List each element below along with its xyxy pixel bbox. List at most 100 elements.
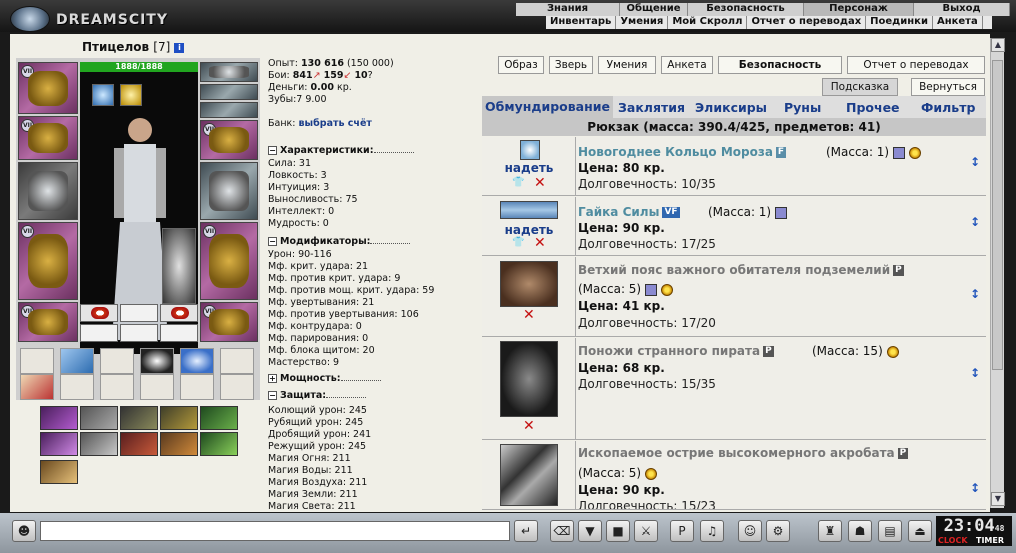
- spell-slot-3[interactable]: [120, 406, 158, 430]
- delete-icon[interactable]: ✕: [523, 418, 535, 434]
- skills-button[interactable]: Умения: [598, 56, 656, 74]
- tab-spells[interactable]: Заклятия: [618, 100, 685, 115]
- helmet-slot[interactable]: VII: [18, 62, 78, 114]
- bank-select-link[interactable]: выбрать счёт: [299, 118, 372, 129]
- buff-sun-icon[interactable]: [120, 84, 142, 106]
- submenu-profile[interactable]: Анкета: [933, 16, 983, 29]
- move-arrows-icon[interactable]: ↕: [970, 481, 980, 495]
- item-name[interactable]: Ископаемое острие высокомерного акробата…: [578, 446, 909, 460]
- scroll-slot-6[interactable]: [220, 348, 254, 374]
- spell-slot-1[interactable]: [40, 406, 78, 430]
- music-icon[interactable]: ♫: [700, 520, 724, 542]
- eraser-icon[interactable]: ⌫: [550, 520, 574, 542]
- back-button[interactable]: Вернуться: [911, 78, 985, 96]
- scroll-up-icon[interactable]: ▲: [991, 38, 1005, 52]
- settings-icon[interactable]: ⚙: [766, 520, 790, 542]
- move-arrows-icon[interactable]: ↕: [970, 215, 980, 229]
- move-arrows-icon[interactable]: ↕: [970, 366, 980, 380]
- scroll-slot-9[interactable]: [100, 374, 134, 400]
- menu-security[interactable]: Безопасность: [688, 3, 804, 16]
- submenu-inventory[interactable]: Инвентарь: [546, 16, 617, 29]
- send-icon[interactable]: ↵: [514, 520, 538, 542]
- item-name[interactable]: Поножи странного пирата P: [578, 344, 774, 358]
- pet-button[interactable]: Зверь: [549, 56, 593, 74]
- tab-other[interactable]: Прочее: [846, 100, 900, 115]
- bag-icon[interactable]: ♜: [818, 520, 842, 542]
- menu-knowledge[interactable]: Знания: [516, 3, 620, 16]
- section-modifiers[interactable]: − Модификаторы:: [268, 236, 411, 247]
- potion-slot-1[interactable]: [80, 304, 118, 322]
- earring-slot[interactable]: [200, 62, 258, 82]
- scroll-slot-1[interactable]: [20, 348, 54, 374]
- tab-filter[interactable]: Фильтр: [921, 100, 975, 115]
- armor-slot[interactable]: VII: [18, 222, 78, 300]
- exit-icon[interactable]: ⏏: [908, 520, 932, 542]
- quest-icon[interactable]: ☗: [848, 520, 872, 542]
- submenu-fights[interactable]: Поединки: [866, 16, 933, 29]
- spell-slot-5[interactable]: [200, 406, 238, 430]
- collapse-icon[interactable]: −: [268, 146, 277, 155]
- scroll-slot-12[interactable]: [220, 374, 254, 400]
- tab-equipment[interactable]: Обмундирование: [482, 96, 613, 118]
- scroll-slot-8[interactable]: [60, 374, 94, 400]
- filter-icon[interactable]: ▼: [578, 520, 602, 542]
- ring-slots[interactable]: [200, 102, 258, 118]
- info-icon[interactable]: i: [174, 42, 185, 53]
- leggings-slot[interactable]: VII: [200, 222, 258, 300]
- pl-icon[interactable]: P: [670, 520, 694, 542]
- amulet-slot[interactable]: [200, 84, 258, 100]
- shirt-icon[interactable]: 👕: [512, 237, 524, 248]
- collapse-icon[interactable]: −: [268, 237, 277, 246]
- section-defense[interactable]: − Защита:: [268, 390, 367, 401]
- scroll-down-icon[interactable]: ▼: [991, 492, 1005, 506]
- delete-icon[interactable]: ✕: [534, 175, 546, 191]
- belt-slot[interactable]: VII: [18, 302, 78, 342]
- wear-link[interactable]: надеть: [482, 161, 576, 175]
- potion-slot-2[interactable]: [120, 304, 158, 322]
- item-name[interactable]: Новогоднее Кольцо Мороза F: [578, 145, 787, 159]
- save-icon[interactable]: ■: [606, 520, 630, 542]
- shield-slot[interactable]: [200, 162, 258, 220]
- spell-slot-9[interactable]: [160, 432, 198, 456]
- submenu-skills[interactable]: Умения: [616, 16, 669, 29]
- weapon-slot[interactable]: [18, 162, 78, 220]
- tab-elixirs[interactable]: Эликсиры: [695, 100, 767, 115]
- delete-icon[interactable]: ✕: [523, 307, 535, 323]
- chat-input[interactable]: [40, 521, 510, 541]
- scroll-slot-11[interactable]: [180, 374, 214, 400]
- menu-communication[interactable]: Общение: [620, 3, 688, 16]
- buff-frost-icon[interactable]: [92, 84, 114, 106]
- security-button[interactable]: Безопасность: [718, 56, 842, 74]
- tab-runes[interactable]: Руны: [784, 100, 821, 115]
- scroll-thumb[interactable]: [992, 60, 1003, 370]
- fight-icon[interactable]: ⚔: [634, 520, 658, 542]
- scroll-slot-7[interactable]: [20, 374, 54, 400]
- spell-slot-8[interactable]: [120, 432, 158, 456]
- profile-button[interactable]: Анкета: [661, 56, 713, 74]
- potion-slot-3[interactable]: [160, 304, 198, 322]
- gloves-slot[interactable]: VII: [200, 120, 258, 160]
- spell-slot-2[interactable]: [80, 406, 118, 430]
- scrollbar[interactable]: ▲ ▼: [990, 38, 1005, 508]
- rune-slot-1[interactable]: [80, 324, 118, 342]
- scroll-slot-5[interactable]: [180, 348, 214, 374]
- section-power[interactable]: + Мощность:: [268, 373, 381, 384]
- boots-slot[interactable]: VII: [200, 302, 258, 342]
- delete-icon[interactable]: ✕: [534, 235, 546, 251]
- move-arrows-icon[interactable]: ↕: [970, 287, 980, 301]
- image-button[interactable]: Образ: [498, 56, 544, 74]
- spell-slot-11[interactable]: [40, 460, 78, 484]
- scroll-slot-2[interactable]: [60, 348, 94, 374]
- transfer-report-button[interactable]: Отчет о переводах: [847, 56, 985, 74]
- chat-avatar-icon[interactable]: ☻: [12, 520, 36, 542]
- collapse-icon[interactable]: −: [268, 391, 277, 400]
- spell-slot-6[interactable]: [40, 432, 78, 456]
- rune-slot-3[interactable]: [160, 324, 198, 342]
- bracer-slot[interactable]: VII: [18, 116, 78, 160]
- submenu-transfer-report[interactable]: Отчет о переводах: [747, 16, 867, 29]
- menu-character[interactable]: Персонаж: [804, 3, 914, 16]
- logo[interactable]: DREAMSCITY: [4, 2, 167, 32]
- hint-button[interactable]: Подсказка: [822, 78, 898, 96]
- spell-slot-10[interactable]: [200, 432, 238, 456]
- smile-icon[interactable]: ☺: [738, 520, 762, 542]
